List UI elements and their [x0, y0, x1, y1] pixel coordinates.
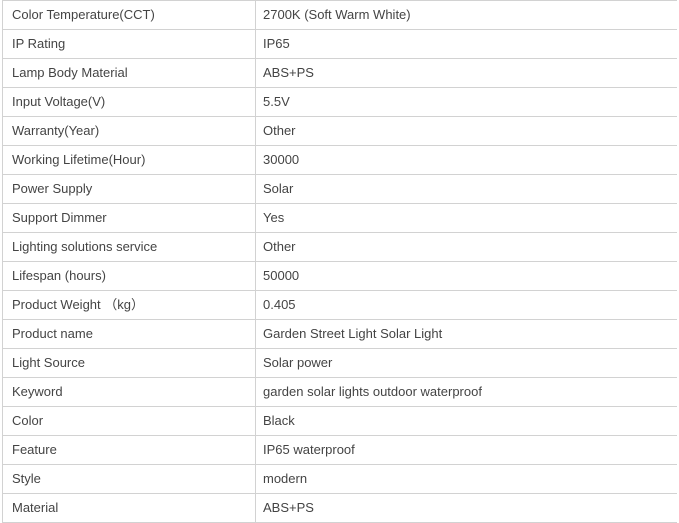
- spec-attribute-cell: Keyword: [2, 377, 256, 407]
- spec-attribute-cell: Style: [2, 464, 256, 494]
- table-row: Product name Garden Street Light Solar Li…: [2, 319, 677, 349]
- spec-attribute-cell: IP Rating: [2, 29, 256, 59]
- spec-attribute-cell: Material: [2, 493, 256, 523]
- spec-value-cell: 5.5V: [255, 87, 677, 117]
- spec-value-cell: 50000: [255, 261, 677, 291]
- table-row: Material ABS+PS: [2, 493, 677, 523]
- spec-value-cell: ABS+PS: [255, 493, 677, 523]
- table-row: Style modern: [2, 464, 677, 494]
- product-specification-table: Color Temperature(CCT) 2700K (Soft Warm W…: [2, 0, 677, 523]
- specification-table-body: Color Temperature(CCT) 2700K (Soft Warm W…: [2, 0, 677, 523]
- spec-value-cell: 30000: [255, 145, 677, 175]
- table-row: Light Source Solar power: [2, 348, 677, 378]
- table-row: Color Black: [2, 406, 677, 436]
- spec-value-cell: Other: [255, 232, 677, 262]
- spec-value-cell: IP65 waterproof: [255, 435, 677, 465]
- spec-attribute-cell: Product name: [2, 319, 256, 349]
- spec-attribute-cell: Working Lifetime(Hour): [2, 145, 256, 175]
- specification-table-container: Color Temperature(CCT) 2700K (Soft Warm W…: [2, 0, 677, 523]
- spec-attribute-cell: Power Supply: [2, 174, 256, 204]
- spec-value-cell: Solar: [255, 174, 677, 204]
- table-row: Warranty(Year) Other: [2, 116, 677, 146]
- spec-value-cell: Yes: [255, 203, 677, 233]
- table-row: Lighting solutions service Other: [2, 232, 677, 262]
- table-row: Lifespan (hours) 50000: [2, 261, 677, 291]
- table-row: Feature IP65 waterproof: [2, 435, 677, 465]
- spec-attribute-cell: Support Dimmer: [2, 203, 256, 233]
- spec-value-cell: IP65: [255, 29, 677, 59]
- table-row: Input Voltage(V) 5.5V: [2, 87, 677, 117]
- table-row: IP Rating IP65: [2, 29, 677, 59]
- table-row: Power Supply Solar: [2, 174, 677, 204]
- spec-attribute-cell: Color Temperature(CCT): [2, 0, 256, 30]
- spec-value-cell: modern: [255, 464, 677, 494]
- spec-value-cell: Solar power: [255, 348, 677, 378]
- spec-value-cell: 2700K (Soft Warm White): [255, 0, 677, 30]
- table-row: Working Lifetime(Hour) 30000: [2, 145, 677, 175]
- spec-value-cell: Black: [255, 406, 677, 436]
- table-row: Product Weight （kg） 0.405: [2, 290, 677, 320]
- table-row: Lamp Body Material ABS+PS: [2, 58, 677, 88]
- spec-value-cell: Garden Street Light Solar Light: [255, 319, 677, 349]
- spec-value-cell: garden solar lights outdoor waterproof: [255, 377, 677, 407]
- spec-attribute-cell: Lifespan (hours): [2, 261, 256, 291]
- spec-attribute-cell: Feature: [2, 435, 256, 465]
- spec-attribute-cell: Input Voltage(V): [2, 87, 256, 117]
- spec-value-cell: 0.405: [255, 290, 677, 320]
- spec-attribute-cell: Product Weight （kg）: [2, 290, 256, 320]
- spec-attribute-cell: Lighting solutions service: [2, 232, 256, 262]
- spec-attribute-cell: Light Source: [2, 348, 256, 378]
- spec-value-cell: ABS+PS: [255, 58, 677, 88]
- table-row: Color Temperature(CCT) 2700K (Soft Warm W…: [2, 0, 677, 30]
- table-row: Keyword garden solar lights outdoor water…: [2, 377, 677, 407]
- spec-attribute-cell: Lamp Body Material: [2, 58, 256, 88]
- spec-attribute-cell: Warranty(Year): [2, 116, 256, 146]
- table-row: Support Dimmer Yes: [2, 203, 677, 233]
- spec-value-cell: Other: [255, 116, 677, 146]
- spec-attribute-cell: Color: [2, 406, 256, 436]
